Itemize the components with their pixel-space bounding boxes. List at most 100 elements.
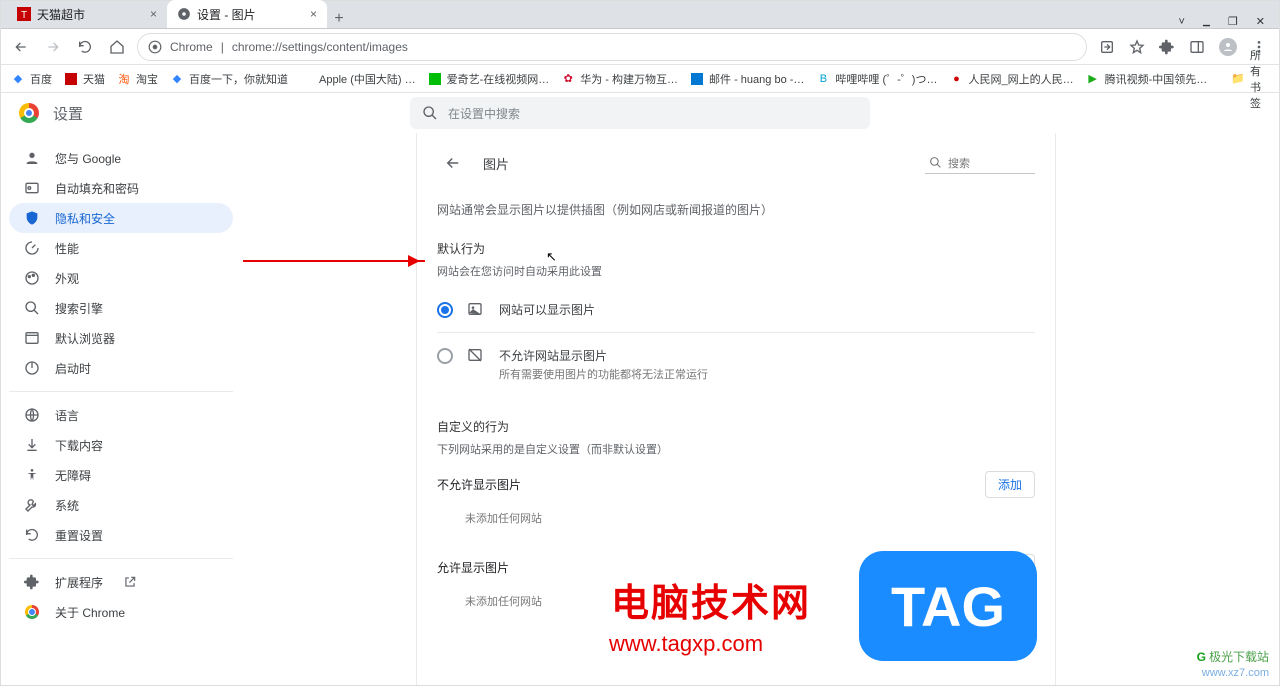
- sidebar-item-startup[interactable]: 启动时: [9, 353, 233, 383]
- custom-behavior-sub: 下列网站采用的是自定义设置（而非默认设置）: [437, 441, 1035, 457]
- sidebar-item-performance[interactable]: 性能: [9, 233, 233, 263]
- autofill-icon: [23, 180, 41, 196]
- custom-behavior-title: 自定义的行为: [437, 418, 1035, 435]
- search-icon: [422, 105, 438, 121]
- tab-tmall[interactable]: T 天猫超市 ×: [7, 0, 167, 28]
- new-tab-button[interactable]: +: [327, 10, 351, 28]
- add-blocked-button[interactable]: 添加: [985, 471, 1035, 498]
- search-icon: [929, 156, 942, 169]
- content-header: 图片 搜索: [437, 143, 1035, 183]
- address-bar[interactable]: Chrome | chrome://settings/content/image…: [137, 33, 1087, 61]
- power-icon: [23, 360, 41, 376]
- image-icon: [467, 301, 485, 317]
- download-icon: [23, 437, 41, 453]
- sidebar-item-you-google[interactable]: 您与 Google: [9, 143, 233, 173]
- favicon-settings: [177, 7, 191, 21]
- chevron-down-icon[interactable]: ˅: [1179, 16, 1185, 28]
- minimize-icon[interactable]: ▁: [1203, 16, 1210, 27]
- bookmarks-bar: ◆百度 天猫 淘淘宝 ◆百度一下，你就知道 Apple (中国大陆) … 爱奇艺…: [1, 65, 1279, 93]
- bookmark-baidu[interactable]: ◆百度: [11, 71, 52, 87]
- page-title: 图片: [483, 154, 509, 173]
- content-search[interactable]: 搜索: [925, 153, 1035, 174]
- bookmark-apple[interactable]: Apple (中国大陆) …: [300, 71, 416, 87]
- paint-icon: [23, 270, 41, 286]
- bookmark-baidu2[interactable]: ◆百度一下，你就知道: [170, 71, 288, 87]
- bookmark-iqiyi[interactable]: 爱奇艺-在线视频网…: [428, 71, 550, 87]
- default-behavior-sub: 网站会在您访问时自动采用此设置: [437, 263, 1035, 279]
- extensions-icon: [23, 574, 41, 590]
- settings-sidebar: 您与 Google 自动填充和密码 隐私和安全 性能 外观 搜索引擎 默认浏览器…: [1, 133, 241, 685]
- sidebar-item-about[interactable]: 关于 Chrome: [9, 597, 233, 627]
- tab-title: 设置 - 图片: [197, 6, 256, 23]
- bookmark-people[interactable]: ●人民网_网上的人民…: [949, 71, 1073, 87]
- window-titlebar: T 天猫超市 × 设置 - 图片 × + ˅ ▁ ❐ ✕: [1, 1, 1279, 29]
- shield-icon: [23, 210, 41, 226]
- bookmark-taobao[interactable]: 淘淘宝: [117, 71, 158, 87]
- watermark-site-name: G极光下载站: [1197, 648, 1269, 665]
- watermark-tag: TAG: [859, 551, 1037, 661]
- block-list-header: 不允许显示图片 添加: [437, 471, 1035, 498]
- watermark-title: 电脑技术网: [611, 572, 811, 627]
- all-bookmarks[interactable]: 📁所有书签: [1231, 47, 1269, 111]
- bookmark-huawei[interactable]: ✿华为 - 构建万物互…: [561, 71, 678, 87]
- external-link-icon: [123, 575, 137, 589]
- tab-title: 天猫超市: [37, 6, 85, 23]
- allow-list-title: 允许显示图片: [437, 559, 509, 576]
- radio-block-images[interactable]: 不允许网站显示图片 所有需要使用图片的功能都将无法正常运行: [437, 337, 1035, 392]
- close-icon[interactable]: ×: [310, 7, 317, 21]
- accessibility-icon: [23, 467, 41, 483]
- radio-icon: [437, 302, 453, 318]
- radio-allow-images[interactable]: 网站可以显示图片: [437, 291, 1035, 328]
- toolbar: Chrome | chrome://settings/content/image…: [1, 29, 1279, 65]
- watermark-url: www.tagxp.com: [609, 631, 763, 657]
- radio-sub: 所有需要使用图片的功能都将无法正常运行: [499, 366, 708, 382]
- sidebar-item-accessibility[interactable]: 无障碍: [9, 460, 233, 490]
- close-icon[interactable]: ×: [150, 7, 157, 21]
- sidebar-item-search[interactable]: 搜索引擎: [9, 293, 233, 323]
- bookmark-bilibili[interactable]: B哔哩哔哩 (゜-゜)つ…: [816, 71, 937, 87]
- person-icon: [23, 150, 41, 166]
- share-icon[interactable]: [1099, 39, 1115, 55]
- reload-icon[interactable]: [73, 35, 97, 59]
- restore-icon[interactable]: ❐: [1228, 15, 1238, 28]
- extensions-icon[interactable]: [1159, 39, 1175, 55]
- block-list-empty: 未添加任何网站: [437, 498, 1035, 532]
- sidebar-item-reset[interactable]: 重置设置: [9, 520, 233, 550]
- sidebar-item-downloads[interactable]: 下载内容: [9, 430, 233, 460]
- sidebar-item-privacy[interactable]: 隐私和安全: [9, 203, 233, 233]
- bookmark-tmall[interactable]: 天猫: [64, 71, 105, 87]
- settings-search[interactable]: 在设置中搜索: [410, 97, 870, 129]
- annotation-arrow: [243, 260, 425, 262]
- intro-text: 网站通常会显示图片以提供插图（例如网店或新闻报道的图片）: [437, 201, 1035, 218]
- forward-icon[interactable]: [41, 35, 65, 59]
- wrench-icon: [23, 497, 41, 513]
- sidebar-item-default-browser[interactable]: 默认浏览器: [9, 323, 233, 353]
- sidepanel-icon[interactable]: [1189, 39, 1205, 55]
- home-icon[interactable]: [105, 35, 129, 59]
- sidebar-item-appearance[interactable]: 外观: [9, 263, 233, 293]
- chrome-icon: [23, 605, 41, 619]
- sidebar-item-languages[interactable]: 语言: [9, 400, 233, 430]
- sidebar-item-extensions[interactable]: 扩展程序: [9, 567, 233, 597]
- back-icon[interactable]: [9, 35, 33, 59]
- divider: [437, 332, 1035, 333]
- close-window-icon[interactable]: ✕: [1256, 15, 1265, 28]
- sidebar-item-autofill[interactable]: 自动填充和密码: [9, 173, 233, 203]
- radio-icon: [437, 348, 453, 364]
- tab-settings[interactable]: 设置 - 图片 ×: [167, 0, 327, 28]
- watermark-site-url: www.xz7.com: [1202, 667, 1269, 679]
- bookmark-outlook[interactable]: 邮件 - huang bo -…: [690, 71, 804, 87]
- svg-text:T: T: [21, 10, 27, 21]
- back-button[interactable]: [437, 147, 469, 179]
- settings-header: 设置 在设置中搜索: [1, 93, 1279, 133]
- radio-label: 不允许网站显示图片: [499, 347, 708, 364]
- star-icon[interactable]: [1129, 39, 1145, 55]
- chrome-logo-icon: [19, 103, 39, 123]
- search-placeholder: 在设置中搜索: [448, 105, 520, 122]
- default-behavior-title: 默认行为: [437, 240, 1035, 257]
- url-origin: Chrome: [170, 40, 213, 54]
- search-icon: [23, 300, 41, 316]
- bookmark-tencent[interactable]: ▶腾讯视频-中国领先…: [1086, 71, 1208, 87]
- tab-strip: T 天猫超市 × 设置 - 图片 × +: [1, 0, 1165, 28]
- sidebar-item-system[interactable]: 系统: [9, 490, 233, 520]
